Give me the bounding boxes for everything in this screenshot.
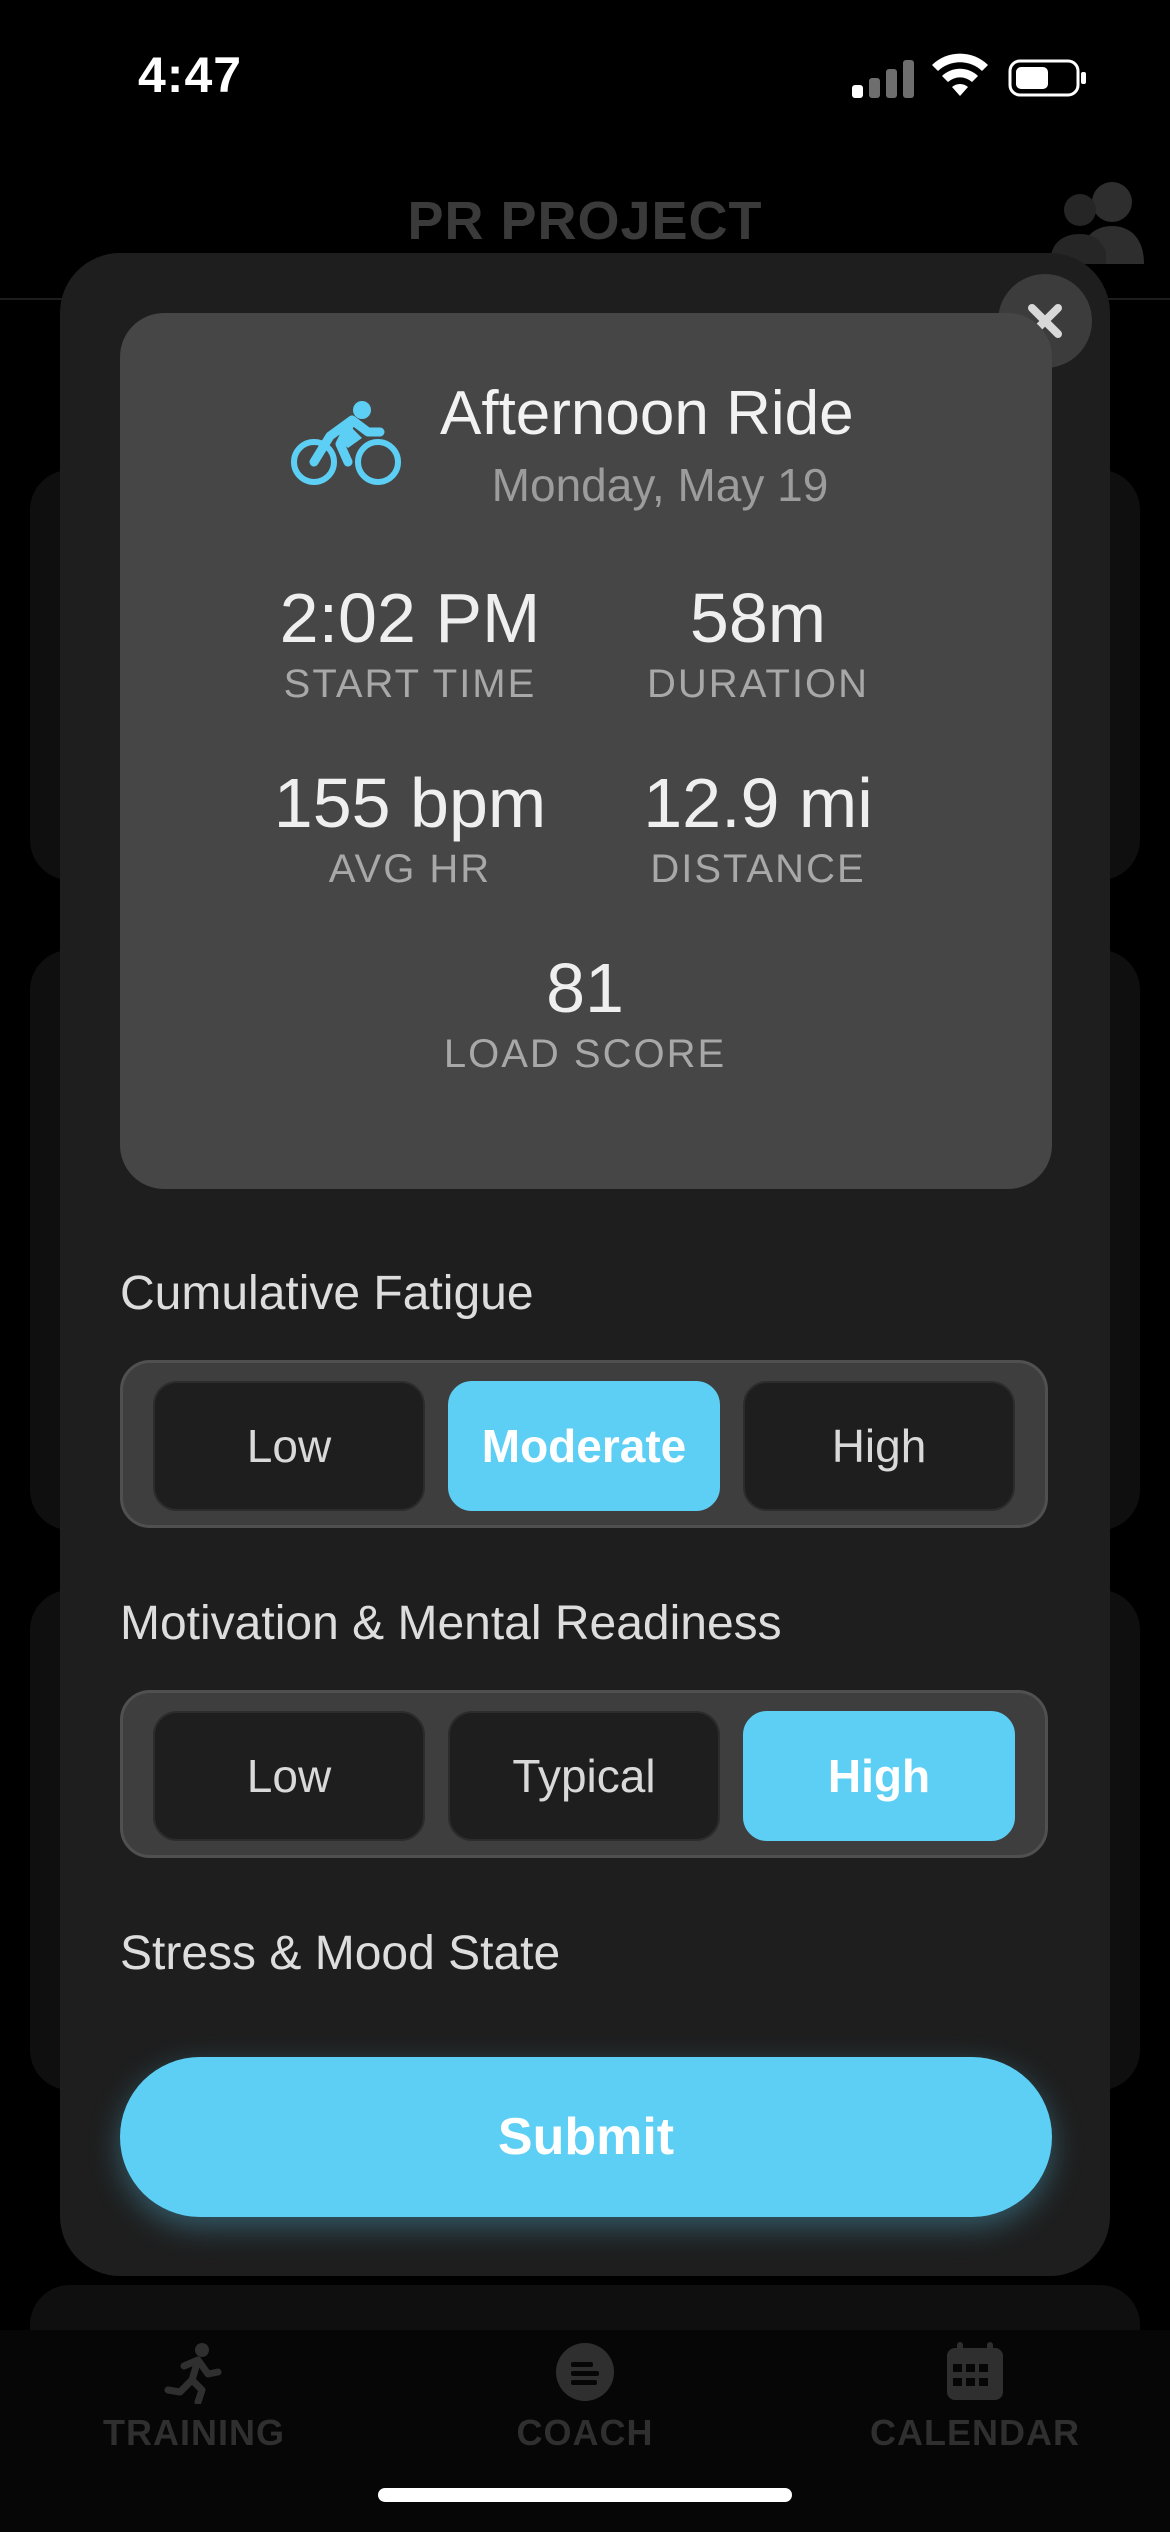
stat-label: DURATION	[647, 662, 869, 706]
fatigue-selector: Low Moderate High	[120, 1360, 1048, 1528]
motivation-selector: Low Typical High	[120, 1690, 1048, 1858]
wifi-icon	[932, 53, 988, 96]
stat-label: LOAD SCORE	[443, 1032, 727, 1076]
people-icon[interactable]	[1046, 176, 1146, 266]
fatigue-option-moderate[interactable]: Moderate	[448, 1381, 720, 1511]
stat-value: 58m	[689, 579, 827, 657]
activity-date: Monday, May 19	[491, 459, 829, 511]
stat-label: DISTANCE	[650, 847, 866, 891]
tab-label: COACH	[516, 2412, 654, 2453]
stat-load-score: 81 LOAD SCORE	[375, 948, 795, 1077]
chat-bubble-icon	[556, 2343, 614, 2401]
motivation-option-high[interactable]: High	[743, 1711, 1015, 1841]
home-indicator[interactable]	[378, 2488, 792, 2502]
motivation-option-low[interactable]: Low	[153, 1711, 425, 1841]
tab-training[interactable]: TRAINING	[44, 2340, 344, 2454]
running-person-icon	[164, 2343, 222, 2404]
tab-calendar[interactable]: CALENDAR	[825, 2340, 1125, 2454]
stat-distance: 12.9 mi DISTANCE	[548, 763, 968, 892]
fatigue-option-low[interactable]: Low	[153, 1381, 425, 1511]
tab-label: CALENDAR	[870, 2412, 1080, 2453]
stress-label: Stress & Mood State	[120, 1927, 561, 1980]
stat-value: 12.9 mi	[643, 764, 873, 842]
fatigue-option-high[interactable]: High	[743, 1381, 1015, 1511]
tab-label: TRAINING	[103, 2412, 285, 2453]
activity-title: Afternoon Ride	[440, 379, 854, 448]
motivation-option-typical[interactable]: Typical	[448, 1711, 720, 1841]
calendar-icon	[947, 2342, 1003, 2400]
fatigue-label: Cumulative Fatigue	[120, 1267, 534, 1320]
status-time: 4:47	[138, 47, 243, 103]
status-bar: 4:47	[0, 0, 1170, 150]
stat-value: 81	[546, 949, 624, 1027]
motivation-label: Motivation & Mental Readiness	[120, 1597, 782, 1650]
app-title: PR PROJECT	[407, 191, 763, 251]
stat-duration: 58m DURATION	[548, 578, 968, 707]
tab-coach[interactable]: COACH	[435, 2340, 735, 2454]
cellular-signal-icon	[852, 58, 916, 98]
bicycle-icon	[291, 401, 401, 485]
battery-icon	[1008, 59, 1086, 97]
submit-button[interactable]: Submit	[120, 2057, 1052, 2217]
